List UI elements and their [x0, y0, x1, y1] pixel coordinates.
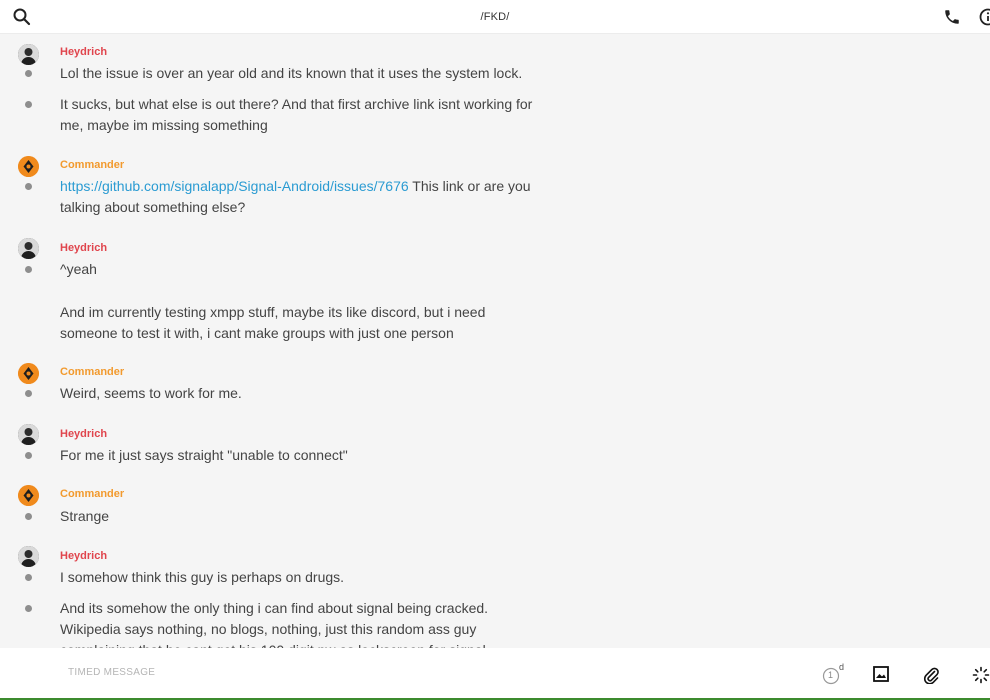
sender-name[interactable]: Commander: [60, 366, 124, 378]
timer-button[interactable]: 1 d: [822, 662, 846, 685]
avatar[interactable]: [18, 156, 39, 177]
info-button[interactable]: [979, 8, 990, 26]
avatar[interactable]: [18, 424, 39, 445]
sender-name[interactable]: Commander: [60, 159, 124, 171]
message-text: For me it just says straight "unable to …: [60, 447, 348, 463]
message-text: Lol the issue is over an year old and it…: [60, 65, 523, 81]
message-status-dot: [25, 70, 32, 77]
timer-unit: d: [839, 662, 845, 672]
loading-indicator: [972, 666, 990, 684]
commander-avatar: [18, 156, 39, 177]
spinner-icon: [972, 666, 990, 684]
avatar[interactable]: [18, 485, 39, 506]
heydrich-avatar: [18, 44, 39, 65]
message-text: And its somehow the only thing i can fin…: [60, 600, 489, 648]
conversation-title: /FKD/: [480, 11, 510, 23]
header-bar: /FKD/: [0, 0, 990, 34]
message-status-dot: [25, 101, 32, 108]
message-status-dot: [25, 513, 32, 520]
message-text: Strange: [60, 508, 110, 524]
message-status-dot: [25, 574, 32, 581]
heydrich-avatar: [18, 424, 39, 445]
heydrich-avatar: [18, 238, 39, 259]
avatar[interactable]: [18, 44, 39, 65]
sender-name[interactable]: Commander: [60, 488, 124, 500]
message-link[interactable]: https://github.com/signalapp/Signal-Andr…: [60, 178, 409, 194]
avatar[interactable]: [18, 546, 39, 567]
avatar[interactable]: [18, 363, 39, 384]
message-status-dot: [25, 452, 32, 459]
message-text: ^yeah: [60, 261, 97, 277]
paperclip-icon: [923, 667, 939, 685]
info-icon: [979, 8, 990, 26]
message-status-dot: [25, 605, 32, 612]
avatar[interactable]: [18, 238, 39, 259]
heydrich-avatar: [18, 546, 39, 567]
image-icon: [873, 666, 889, 682]
call-button[interactable]: [943, 8, 961, 26]
timer-value: 1: [828, 670, 834, 680]
message-status-dot: [25, 266, 32, 273]
message-text: It sucks, but what else is out there? An…: [60, 96, 533, 133]
sender-name[interactable]: Heydrich: [60, 550, 107, 562]
commander-avatar: [18, 485, 39, 506]
message-text: https://github.com/signalapp/Signal-Andr…: [60, 176, 555, 218]
sender-name[interactable]: Heydrich: [60, 428, 107, 440]
commander-avatar: [18, 363, 39, 384]
message-status-dot: [25, 183, 32, 190]
message-text: And im currently testing xmpp stuff, may…: [60, 304, 486, 341]
sender-name[interactable]: Heydrich: [60, 46, 107, 58]
message-text: I somehow think this guy is perhaps on d…: [60, 569, 345, 585]
phone-icon: [945, 10, 959, 24]
composer-bar: TIMED MESSAGE 1 d: [0, 648, 990, 700]
attach-button[interactable]: [923, 666, 939, 685]
message-text: Weird, seems to work for me.: [60, 385, 242, 401]
gallery-button[interactable]: [873, 666, 889, 682]
message-list[interactable]: Heydrich Lol the issue is over an year o…: [0, 34, 990, 648]
sender-name[interactable]: Heydrich: [60, 242, 107, 254]
message-status-dot: [25, 390, 32, 397]
message-input[interactable]: TIMED MESSAGE: [68, 667, 668, 678]
app-window: /FKD/ Heydrich Lol the issue is over an …: [0, 0, 990, 700]
